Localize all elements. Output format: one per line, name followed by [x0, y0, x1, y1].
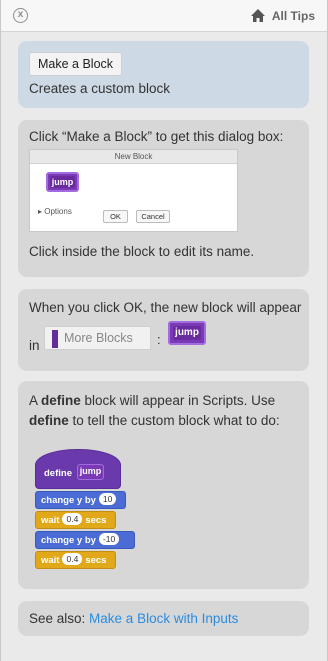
more-blocks-label: More Blocks	[64, 331, 133, 345]
dialog-ok-button: OK	[103, 210, 128, 223]
wait-block: wait 0.4 secs	[35, 551, 116, 569]
edit-name-instruction: Click inside the block to edit its name.	[29, 244, 255, 259]
home-icon	[250, 9, 265, 22]
dialog-cancel-button: Cancel	[136, 210, 170, 223]
new-block-appear-text: When you click OK, the new block will ap…	[29, 300, 302, 315]
make-a-block-button[interactable]: Make a Block	[29, 52, 123, 76]
more-blocks-jump-block: jump	[168, 321, 206, 345]
category-color-swatch	[52, 330, 58, 348]
more-blocks-category: More Blocks	[44, 326, 151, 350]
tip-card-dialog: Click “Make a Block” to get this dialog …	[18, 120, 309, 277]
tip-card-define: A define block will appear in Scripts. U…	[18, 381, 309, 589]
dialog-options: ▸ Options	[38, 207, 72, 216]
dialog-instruction-text: Click “Make a Block” to get this dialog …	[29, 129, 284, 144]
tip-card-more-blocks: When you click OK, the new block will ap…	[18, 289, 309, 371]
define-line-1: A define block will appear in Scripts. U…	[29, 393, 276, 408]
define-hat-block: define jump	[35, 449, 121, 489]
tips-header: x All Tips	[1, 0, 327, 32]
tip-card-make-a-block: Make a Block Creates a custom block	[18, 41, 309, 108]
all-tips-label: All Tips	[271, 9, 315, 23]
wait-block: wait 0.4 secs	[35, 511, 116, 529]
tip-card-see-also: See also: Make a Block with Inputs	[18, 601, 309, 636]
define-jump-block: jump	[77, 464, 104, 480]
close-icon[interactable]: x	[13, 8, 28, 23]
all-tips-button[interactable]: All Tips	[250, 7, 315, 25]
dialog-title: New Block	[30, 150, 237, 164]
define-line-2: define to tell the custom block what to …	[29, 413, 280, 428]
make-a-block-description: Creates a custom block	[29, 81, 171, 96]
new-block-dialog-image: New Block jump ▸ Options OK Cancel	[29, 149, 238, 232]
dialog-jump-block: jump	[46, 172, 79, 192]
tips-panel: x All Tips Make a Block Creates a custom…	[0, 0, 328, 661]
in-label: in	[29, 338, 40, 353]
define-script: define jump change y by 10 wait 0.4 secs ch…	[35, 449, 137, 574]
change-y-block: change y by 10	[35, 491, 126, 509]
colon-separator: :	[157, 332, 161, 347]
triangle-right-icon: ▸	[38, 207, 43, 216]
change-y-block: change y by -10	[35, 531, 135, 549]
make-a-block-with-inputs-link[interactable]: Make a Block with Inputs	[89, 611, 238, 626]
see-also-text: See also: Make a Block with Inputs	[29, 611, 239, 626]
